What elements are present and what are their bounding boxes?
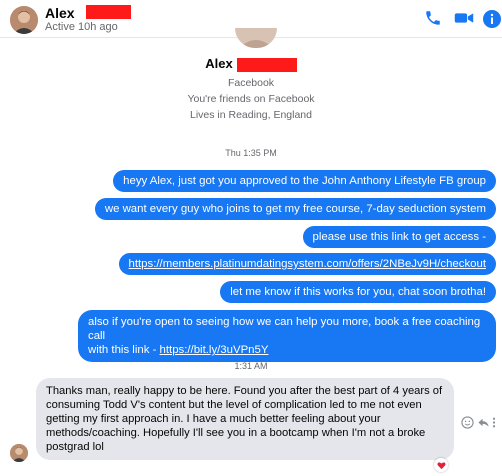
- redaction-bar: [86, 5, 131, 19]
- message-timestamp: Thu 1:35 PM: [225, 148, 277, 158]
- outgoing-message[interactable]: heyy Alex, just got you approved to the …: [113, 170, 496, 192]
- emoji-icon[interactable]: [461, 416, 475, 430]
- heart-reaction-icon[interactable]: [434, 458, 448, 472]
- outgoing-message[interactable]: we want every guy who joins to get my fr…: [94, 198, 496, 220]
- info-icon[interactable]: [482, 9, 502, 29]
- message-timestamp: 1:31 AM: [234, 361, 268, 371]
- outgoing-message[interactable]: let me know if this works for you, chat …: [220, 281, 496, 303]
- message-line: also if you're open to seeing how we can…: [88, 316, 481, 342]
- profile-picture[interactable]: [235, 28, 277, 48]
- avatar[interactable]: [10, 6, 38, 34]
- phone-icon[interactable]: [424, 9, 444, 29]
- profile-platform: Facebook: [227, 77, 275, 89]
- reply-icon[interactable]: [477, 416, 491, 430]
- outgoing-message[interactable]: also if you're open to seeing how we can…: [78, 310, 496, 362]
- active-status: Active 10h ago: [45, 21, 118, 33]
- video-camera-icon[interactable]: [454, 9, 474, 29]
- sender-avatar[interactable]: [10, 444, 28, 462]
- booking-link[interactable]: https://bit.ly/3uVPn5Y: [160, 344, 269, 356]
- profile-location: Lives in Reading, England: [189, 109, 312, 121]
- message-line: with this link - https://bit.ly/3uVPn5Y: [88, 343, 486, 357]
- outgoing-message[interactable]: please use this link to get access -: [302, 226, 496, 248]
- profile-name: Alex: [205, 56, 233, 71]
- profile-name-row: Alex: [0, 56, 502, 72]
- outgoing-message[interactable]: https://members.platinumdatingsystem.com…: [118, 253, 496, 275]
- checkout-link[interactable]: https://members.platinumdatingsystem.com…: [129, 258, 486, 270]
- redaction-bar: [236, 57, 297, 72]
- incoming-message[interactable]: Thanks man, really happy to be here. Fou…: [36, 378, 454, 460]
- more-icon[interactable]: [491, 416, 502, 430]
- message-text: with this link -: [88, 344, 160, 356]
- contact-name: Alex: [45, 5, 75, 21]
- profile-friends: You're friends on Facebook: [187, 93, 315, 105]
